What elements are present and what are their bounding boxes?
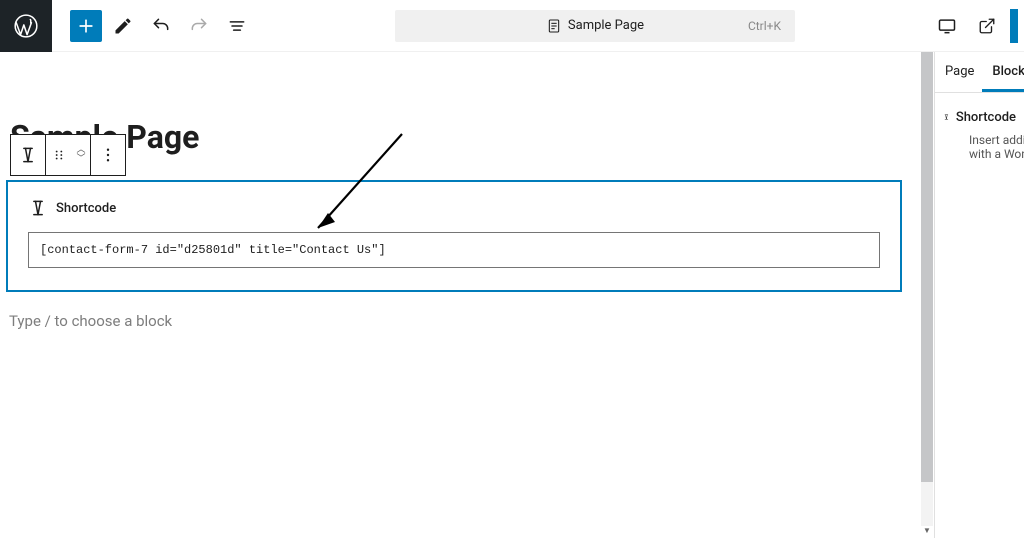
- block-movers: ︿ ﹀: [72, 135, 90, 175]
- block-options-button[interactable]: [91, 135, 125, 175]
- view-button[interactable]: [930, 9, 964, 43]
- drag-handle[interactable]: [46, 135, 72, 175]
- document-bar-shortcut: Ctrl+K: [748, 19, 781, 33]
- toolbar-right-tools: [930, 9, 1018, 43]
- vertical-scrollbar[interactable]: ▼: [921, 52, 933, 526]
- panel-description-line2: with a Wor: [943, 147, 1016, 161]
- shortcode-input[interactable]: [28, 232, 880, 268]
- panel-description-line1: Insert addi: [943, 133, 1016, 147]
- paragraph-placeholder[interactable]: Type / to choose a block: [9, 312, 172, 330]
- redo-button[interactable]: [182, 9, 216, 43]
- scrollbar-down-arrow[interactable]: ▼: [921, 524, 933, 536]
- document-overview-button[interactable]: [220, 9, 254, 43]
- tab-block[interactable]: Block: [982, 52, 1024, 92]
- document-bar[interactable]: Sample Page Ctrl+K: [395, 10, 795, 42]
- tab-page[interactable]: Page: [935, 52, 982, 92]
- open-external-button[interactable]: [970, 9, 1004, 43]
- panel-title: Shortcode: [956, 110, 1016, 125]
- move-down-button[interactable]: ﹀: [76, 155, 85, 164]
- publish-button[interactable]: [1010, 9, 1018, 43]
- add-block-button[interactable]: [70, 10, 102, 42]
- settings-sidebar: Page Block Shortcode Insert addi with a …: [934, 52, 1024, 538]
- block-label-row: Shortcode: [28, 198, 880, 218]
- block-toolbar: ︿ ﹀: [10, 134, 126, 176]
- shortcode-block[interactable]: Shortcode: [6, 180, 902, 292]
- scrollbar-thumb[interactable]: [921, 52, 933, 482]
- undo-button[interactable]: [144, 9, 178, 43]
- document-title: Sample Page: [568, 18, 644, 33]
- block-type-button[interactable]: [11, 135, 45, 175]
- sidebar-tabs: Page Block: [935, 52, 1024, 93]
- block-label-text: Shortcode: [56, 201, 116, 216]
- edit-tool-button[interactable]: [106, 9, 140, 43]
- editor-canvas: Sample Page ︿ ﹀ Shortcode: [0, 52, 920, 538]
- top-toolbar: Sample Page Ctrl+K: [0, 0, 1024, 52]
- wordpress-logo[interactable]: [0, 0, 52, 52]
- block-settings-panel: Shortcode Insert addi with a Wor: [935, 93, 1024, 175]
